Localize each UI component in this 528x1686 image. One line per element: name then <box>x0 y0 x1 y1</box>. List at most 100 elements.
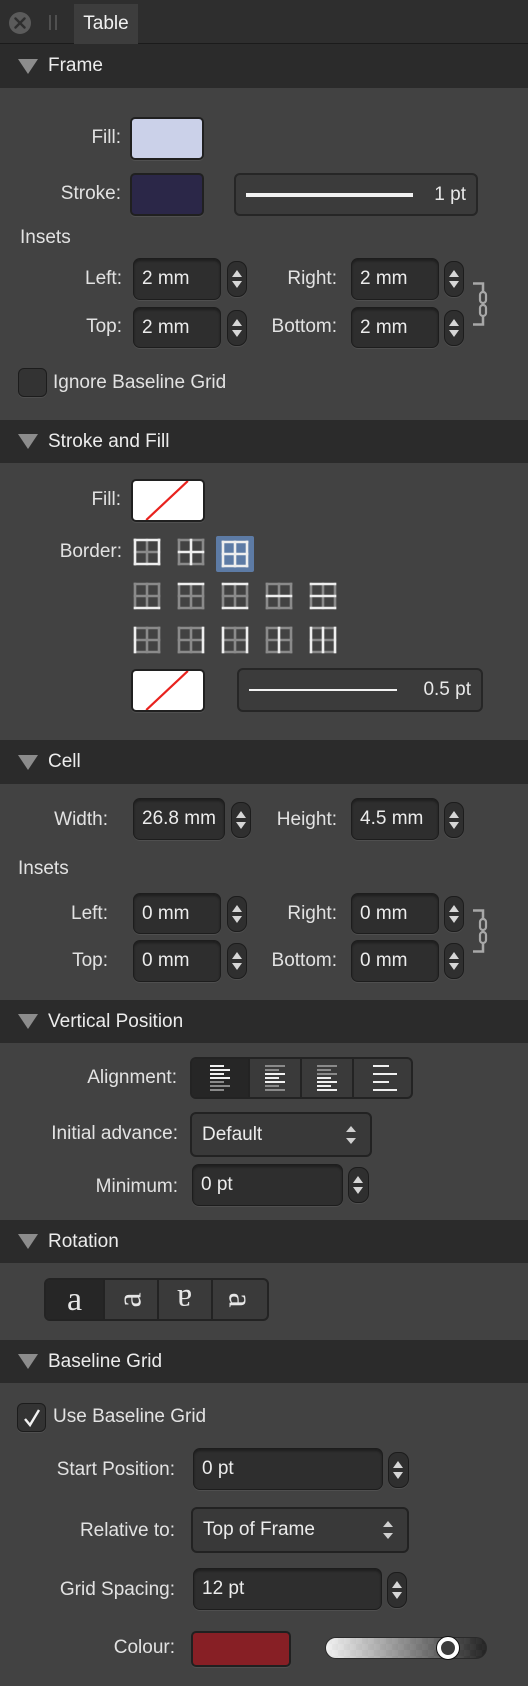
cell-inset-left-stepper[interactable] <box>227 896 247 932</box>
stepper-down-icon[interactable] <box>232 330 242 337</box>
stepper-down-icon[interactable] <box>236 822 246 829</box>
align-center-button[interactable] <box>250 1059 303 1097</box>
border-preset-bottom[interactable] <box>128 578 166 614</box>
stepper-up-icon[interactable] <box>393 1461 403 1468</box>
align-top-button[interactable] <box>192 1059 250 1097</box>
cell-inset-top-stepper[interactable] <box>227 943 247 979</box>
border-preset-top-bottom[interactable] <box>216 578 254 614</box>
stepper-down-icon[interactable] <box>449 916 459 923</box>
drag-handle-icon[interactable] <box>49 15 58 30</box>
frame-inset-bottom-field[interactable]: 2 mm <box>351 307 439 348</box>
frame-inset-top-stepper[interactable] <box>227 310 247 346</box>
rotation-270-button[interactable]: a <box>213 1280 267 1319</box>
stepper-down-icon[interactable] <box>449 330 459 337</box>
rotation-180-button[interactable]: a <box>159 1280 213 1319</box>
cell-width-field[interactable]: 26.8 mm <box>133 798 225 840</box>
tab-table[interactable]: Table <box>74 4 138 44</box>
stepper-up-icon[interactable] <box>449 952 459 959</box>
border-preset-outer[interactable] <box>128 534 166 570</box>
frame-inset-bottom-stepper[interactable] <box>444 310 464 346</box>
rotation-90-button[interactable]: a <box>105 1280 159 1319</box>
cell-inset-bottom-stepper[interactable] <box>444 943 464 979</box>
border-preset-horizontal-inner[interactable] <box>260 578 298 614</box>
disclosure-triangle-icon <box>18 755 38 770</box>
stepper-down-icon[interactable] <box>449 963 459 970</box>
section-header-stroke-and-fill[interactable]: Stroke and Fill <box>0 420 528 463</box>
frame-inset-top-field[interactable]: 2 mm <box>133 307 221 348</box>
border-preset-top[interactable] <box>172 578 210 614</box>
cell-inset-right-field[interactable]: 0 mm <box>351 893 439 934</box>
stepper-down-icon[interactable] <box>232 916 242 923</box>
cell-stroke-swatch[interactable] <box>131 669 205 712</box>
baseline-colour-swatch[interactable] <box>191 1631 291 1667</box>
cell-width-stepper[interactable] <box>231 802 251 838</box>
grid-spacing-stepper[interactable] <box>387 1572 407 1608</box>
stepper-up-icon[interactable] <box>392 1581 402 1588</box>
use-baseline-grid-label: Use Baseline Grid <box>53 1406 207 1427</box>
border-preset-all[interactable] <box>216 536 254 572</box>
cell-inset-top-field[interactable]: 0 mm <box>133 940 221 982</box>
stepper-down-icon[interactable] <box>392 1592 402 1599</box>
section-header-cell[interactable]: Cell <box>0 740 528 784</box>
opacity-slider-knob[interactable] <box>436 1637 459 1659</box>
cell-fill-swatch[interactable] <box>131 479 205 522</box>
stepper-up-icon[interactable] <box>232 270 242 277</box>
border-preset-horizontal-all[interactable] <box>304 578 342 614</box>
link-cell-insets-chain-icon[interactable] <box>473 909 489 953</box>
frame-stroke-swatch[interactable] <box>130 173 204 216</box>
border-preset-inner[interactable] <box>172 534 210 570</box>
frame-fill-swatch[interactable] <box>130 117 204 160</box>
border-preset-vertical-all[interactable] <box>304 622 342 658</box>
grid-spacing-field[interactable]: 12 pt <box>193 1568 382 1610</box>
frame-inset-left-stepper[interactable] <box>227 261 247 297</box>
cell-stroke-width-button[interactable]: 0.5 pt <box>237 668 483 712</box>
minimum-stepper[interactable] <box>348 1167 369 1203</box>
stepper-down-icon[interactable] <box>393 1472 403 1479</box>
stepper-down-icon[interactable] <box>353 1187 363 1194</box>
align-bottom-button[interactable] <box>302 1059 355 1097</box>
cell-height-field[interactable]: 4.5 mm <box>351 798 439 840</box>
relative-to-dropdown[interactable]: Top of Frame <box>191 1507 409 1553</box>
start-position-field[interactable]: 0 pt <box>193 1448 383 1490</box>
stepper-up-icon[interactable] <box>449 319 459 326</box>
rotation-0-button[interactable]: a <box>46 1280 105 1319</box>
stepper-up-icon[interactable] <box>232 952 242 959</box>
initial-advance-dropdown[interactable]: Default <box>190 1112 372 1157</box>
border-preset-left-right[interactable] <box>216 622 254 658</box>
stepper-up-icon[interactable] <box>449 270 459 277</box>
align-justify-button[interactable] <box>354 1059 411 1097</box>
border-preset-left[interactable] <box>128 622 166 658</box>
use-baseline-grid-checkbox[interactable] <box>17 1403 46 1432</box>
border-preset-right[interactable] <box>172 622 210 658</box>
section-header-baseline-grid[interactable]: Baseline Grid <box>0 1340 528 1383</box>
frame-inset-left-field[interactable]: 2 mm <box>133 258 221 300</box>
section-header-rotation[interactable]: Rotation <box>0 1220 528 1263</box>
cell-height-stepper[interactable] <box>444 802 464 838</box>
section-header-vertical-position[interactable]: Vertical Position <box>0 1000 528 1043</box>
cell-inset-right-stepper[interactable] <box>444 896 464 932</box>
stepper-down-icon[interactable] <box>449 822 459 829</box>
cell-inset-bottom-field[interactable]: 0 mm <box>351 940 439 982</box>
section-title: Stroke and Fill <box>48 431 170 452</box>
stepper-up-icon[interactable] <box>449 811 459 818</box>
minimum-field[interactable]: 0 pt <box>192 1164 343 1206</box>
cell-inset-left-field[interactable]: 0 mm <box>133 893 221 934</box>
border-preset-vertical-inner[interactable] <box>260 622 298 658</box>
frame-stroke-width-button[interactable]: 1 pt <box>234 173 478 216</box>
opacity-slider[interactable] <box>325 1637 487 1659</box>
start-position-stepper[interactable] <box>388 1452 409 1488</box>
link-insets-chain-icon[interactable] <box>473 282 489 326</box>
close-panel-button[interactable] <box>9 12 31 34</box>
stepper-down-icon[interactable] <box>449 281 459 288</box>
stepper-up-icon[interactable] <box>236 811 246 818</box>
frame-inset-right-field[interactable]: 2 mm <box>351 258 439 300</box>
ignore-baseline-grid-checkbox[interactable] <box>18 368 47 397</box>
frame-inset-right-stepper[interactable] <box>444 261 464 297</box>
stepper-down-icon[interactable] <box>232 963 242 970</box>
stepper-up-icon[interactable] <box>353 1176 363 1183</box>
stepper-up-icon[interactable] <box>449 905 459 912</box>
stepper-down-icon[interactable] <box>232 281 242 288</box>
section-header-frame[interactable]: Frame <box>0 44 528 88</box>
stepper-up-icon[interactable] <box>232 905 242 912</box>
stepper-up-icon[interactable] <box>232 319 242 326</box>
